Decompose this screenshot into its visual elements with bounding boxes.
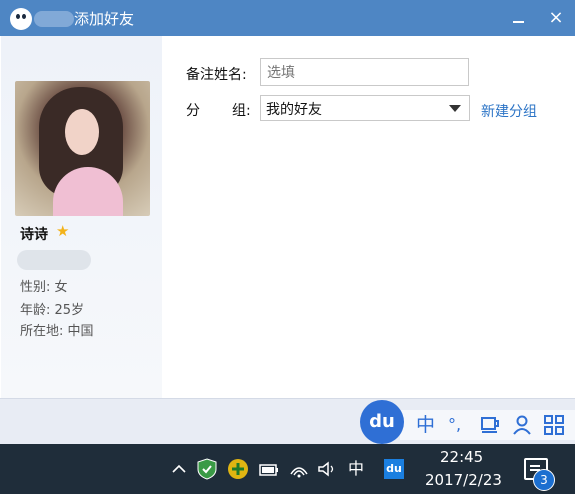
close-button[interactable]: ×	[544, 6, 568, 30]
remark-input[interactable]	[260, 58, 469, 86]
title-bar: 添加好友 ×	[0, 0, 575, 36]
age-info: 年龄: 25岁	[20, 303, 85, 318]
shield-icon[interactable]	[196, 458, 218, 480]
gender-info: 性别: 女	[20, 280, 68, 295]
blurred-qq-number	[17, 250, 91, 270]
blurred-account	[34, 11, 74, 27]
ime-bar: 中 °,	[400, 410, 575, 440]
nickname: 诗诗	[20, 227, 48, 243]
qq-logo-icon	[10, 8, 32, 30]
notification-count-badge: 3	[533, 469, 555, 491]
new-group-link[interactable]: 新建分组	[481, 101, 537, 121]
group-select[interactable]: 我的好友	[260, 95, 470, 121]
wifi-icon[interactable]	[288, 458, 310, 480]
minimize-button[interactable]	[508, 8, 530, 28]
ime-chinese-mode[interactable]: 中	[416, 410, 435, 440]
avatar	[15, 81, 150, 216]
minimize-icon	[513, 21, 524, 23]
group-select-value: 我的好友	[266, 102, 322, 118]
add-friend-window: 添加好友 × 诗诗 ★ 性别: 女 年龄: 25岁 所在地: 中国 备注姓名: …	[0, 0, 575, 445]
ime-punctuation[interactable]: °,	[448, 410, 461, 440]
group-label-b: 组:	[232, 103, 251, 119]
star-icon: ★	[56, 222, 70, 240]
window-title: 添加好友	[74, 10, 135, 28]
clock-time[interactable]: 22:45	[440, 448, 483, 466]
remark-label: 备注姓名:	[186, 67, 247, 83]
dropdown-arrow-icon	[449, 105, 461, 112]
clock-date[interactable]: 2017/2/23	[425, 471, 502, 489]
user-icon[interactable]	[512, 410, 532, 440]
location-info: 所在地: 中国	[20, 324, 94, 339]
grid-icon[interactable]	[544, 410, 564, 440]
baidu-ime-logo[interactable]: du	[360, 400, 404, 444]
volume-icon[interactable]	[316, 458, 338, 480]
plus-badge-icon[interactable]	[227, 458, 249, 480]
group-label-a: 分	[186, 103, 200, 119]
battery-icon[interactable]	[258, 458, 280, 480]
language-indicator[interactable]: 中	[348, 458, 364, 480]
ime-toolbar: 中 °, du	[360, 400, 575, 444]
chevron-up-icon[interactable]	[170, 458, 188, 480]
cup-icon[interactable]	[480, 410, 500, 440]
baidu-tray-icon[interactable]: du	[384, 459, 404, 479]
